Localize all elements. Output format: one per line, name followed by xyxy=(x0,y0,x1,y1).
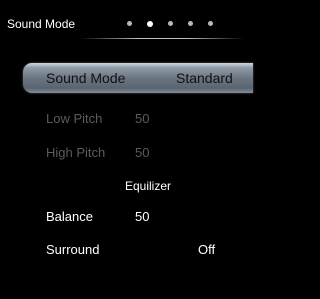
sound-mode-label: Sound Mode xyxy=(46,70,126,86)
balance-value: 50 xyxy=(135,209,150,224)
header-title: Sound Mode xyxy=(7,17,76,31)
balance-label: Balance xyxy=(46,209,93,224)
high-pitch-label: High Pitch xyxy=(46,145,106,160)
page-dot-2-active xyxy=(147,20,153,27)
low-pitch-value: 50 xyxy=(135,111,150,126)
header-bar: Sound Mode xyxy=(0,0,245,44)
menu-item-sound-mode[interactable]: Sound Mode Standard xyxy=(23,63,253,93)
sound-mode-value: Standard xyxy=(176,70,233,86)
page-dot-5 xyxy=(208,21,213,26)
low-pitch-label: Low Pitch xyxy=(46,111,103,126)
page-dot-3 xyxy=(168,21,173,26)
page-dot-1 xyxy=(127,21,132,26)
surround-value: Off xyxy=(198,242,216,257)
equalizer-label: Equilizer xyxy=(125,179,172,193)
high-pitch-value: 50 xyxy=(135,145,150,160)
surround-label: Surround xyxy=(46,242,100,257)
page-dot-4 xyxy=(188,21,193,26)
page-indicator xyxy=(127,20,213,27)
header-divider xyxy=(80,38,245,39)
